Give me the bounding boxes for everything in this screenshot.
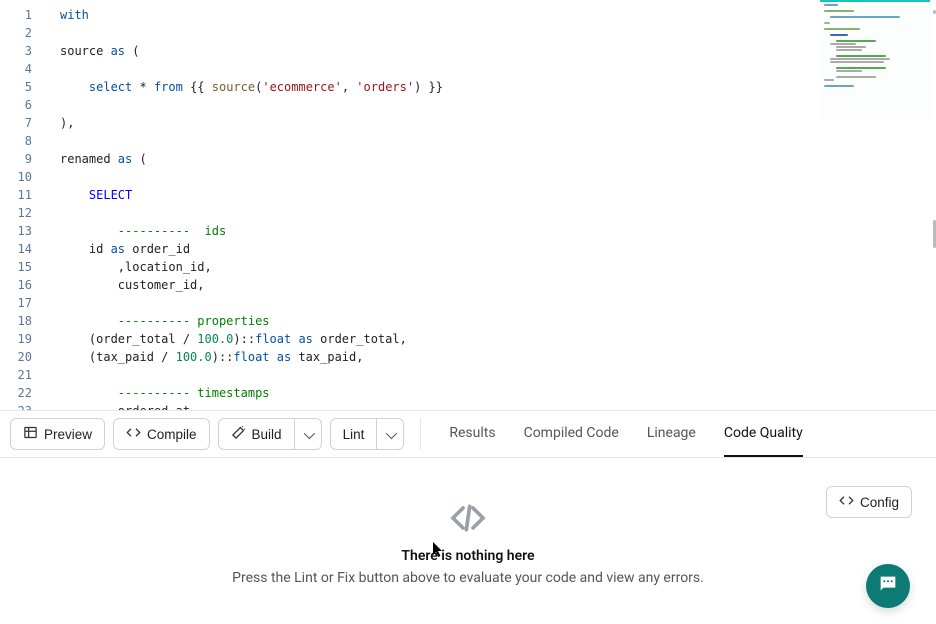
code-content[interactable]: with source as ( select * from {{ source(… (60, 0, 936, 410)
lint-button[interactable]: Lint (330, 418, 378, 450)
line-number: 18 (0, 312, 42, 330)
line-number: 9 (0, 150, 42, 168)
code-line[interactable] (60, 168, 936, 186)
chat-fab[interactable] (866, 564, 910, 608)
code-editor[interactable]: 1234567891011121314151617181920212223 wi… (0, 0, 936, 410)
results-panel: There is nothing here Press the Lint or … (0, 459, 936, 624)
line-number: 2 (0, 24, 42, 42)
line-number: 14 (0, 240, 42, 258)
code-line[interactable]: SELECT (60, 186, 936, 204)
build-dropdown-button[interactable] (295, 418, 322, 450)
lint-dropdown-button[interactable] (377, 418, 404, 450)
line-number: 11 (0, 186, 42, 204)
tab-compiled-code[interactable]: Compiled Code (524, 411, 619, 457)
line-number: 6 (0, 96, 42, 114)
code-icon (126, 425, 141, 443)
empty-state-subtitle: Press the Lint or Fix button above to ev… (232, 570, 704, 586)
code-line[interactable]: ordered_at (60, 402, 936, 410)
code-line[interactable]: id as order_id (60, 240, 936, 258)
chevron-down-icon (304, 427, 312, 442)
code-line[interactable] (60, 294, 936, 312)
line-number: 19 (0, 330, 42, 348)
line-number: 15 (0, 258, 42, 276)
line-number: 5 (0, 78, 42, 96)
result-tabs: Results Compiled Code Lineage Code Quality (449, 411, 802, 457)
code-line[interactable]: ), (60, 114, 936, 132)
line-number: 8 (0, 132, 42, 150)
code-line[interactable] (60, 96, 936, 114)
code-line[interactable]: ---------- properties (60, 312, 936, 330)
line-gutter: 1234567891011121314151617181920212223 (0, 0, 42, 410)
line-number: 4 (0, 60, 42, 78)
tab-code-quality[interactable]: Code Quality (724, 411, 803, 457)
code-line[interactable]: select * from {{ source('ecommerce', 'or… (60, 78, 936, 96)
line-number: 21 (0, 366, 42, 384)
tab-lineage[interactable]: Lineage (647, 411, 696, 457)
line-number: 7 (0, 114, 42, 132)
chat-icon (877, 573, 899, 599)
empty-state-title: There is nothing here (401, 548, 534, 564)
line-number: 13 (0, 222, 42, 240)
code-line[interactable]: (tax_paid / 100.0)::float as tax_paid, (60, 348, 936, 366)
line-number: 23 (0, 402, 42, 410)
code-line[interactable] (60, 366, 936, 384)
code-line[interactable]: source as ( (60, 42, 936, 60)
build-button[interactable]: Build (218, 418, 295, 450)
code-line[interactable]: with (60, 6, 936, 24)
toolbar-divider (420, 418, 421, 450)
code-brackets-icon (448, 498, 488, 542)
code-line[interactable] (60, 204, 936, 222)
line-number: 16 (0, 276, 42, 294)
line-number: 1 (0, 6, 42, 24)
line-number: 20 (0, 348, 42, 366)
chevron-down-icon (386, 427, 394, 442)
line-number: 3 (0, 42, 42, 60)
line-number: 17 (0, 294, 42, 312)
lint-button-group: Lint (330, 418, 405, 450)
code-line[interactable]: renamed as ( (60, 150, 936, 168)
compile-label: Compile (147, 427, 197, 442)
wand-icon (231, 425, 246, 443)
code-line[interactable] (60, 132, 936, 150)
code-line[interactable] (60, 24, 936, 42)
code-line[interactable]: ---------- timestamps (60, 384, 936, 402)
preview-button[interactable]: Preview (10, 418, 105, 450)
code-line[interactable]: ---------- ids (60, 222, 936, 240)
compile-button[interactable]: Compile (113, 418, 210, 450)
minimap[interactable] (820, 0, 930, 120)
preview-label: Preview (44, 427, 92, 442)
code-line[interactable] (60, 60, 936, 78)
line-number: 12 (0, 204, 42, 222)
line-number: 22 (0, 384, 42, 402)
code-line[interactable]: (order_total / 100.0)::float as order_to… (60, 330, 936, 348)
code-line[interactable]: ,location_id, (60, 258, 936, 276)
build-label: Build (252, 427, 282, 442)
tab-results[interactable]: Results (449, 411, 495, 457)
lint-label: Lint (343, 427, 365, 442)
table-icon (23, 425, 38, 443)
action-toolbar: Preview Compile Build Lint Results Compil… (0, 410, 936, 458)
code-line[interactable]: customer_id, (60, 276, 936, 294)
line-number: 10 (0, 168, 42, 186)
build-button-group: Build (218, 418, 322, 450)
